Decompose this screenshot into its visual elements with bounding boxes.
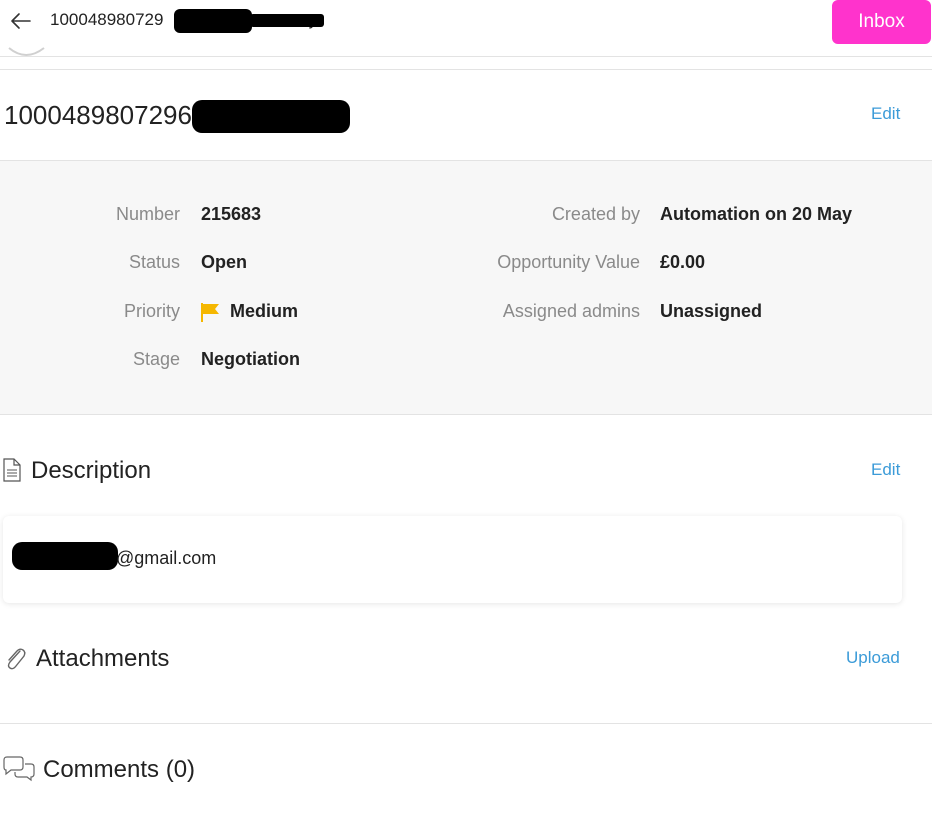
document-icon — [2, 458, 22, 482]
priority-value: Medium — [230, 301, 299, 321]
description-text: @gmail.com — [116, 548, 217, 568]
redaction — [250, 14, 324, 27]
attachments-heading: Attachments — [36, 645, 170, 672]
stage-value: Negotiation — [201, 349, 300, 369]
redaction — [192, 100, 350, 133]
number-value: 215683 — [201, 204, 262, 224]
upload-link[interactable]: Upload — [846, 648, 900, 668]
paperclip-icon — [3, 645, 27, 671]
opportunity-value-label: Opportunity Value — [497, 252, 640, 272]
record-title: 10004898072960 — [4, 100, 207, 130]
stage-label: Stage — [132, 349, 180, 369]
number-label: Number — [115, 204, 180, 224]
opportunity-value-value: £0.00 — [660, 252, 706, 272]
assigned-admins-value[interactable]: Unassigned — [660, 301, 762, 322]
redaction — [12, 542, 118, 570]
avatar — [6, 46, 46, 60]
status-label: Status — [128, 252, 180, 272]
description-heading: Description — [31, 457, 152, 484]
divider — [0, 723, 932, 724]
priority-label: Priority — [123, 301, 180, 321]
assigned-admins-label: Assigned admins — [502, 301, 640, 321]
details-panel — [0, 161, 932, 414]
back-arrow-icon[interactable] — [8, 10, 34, 32]
top-bar-title-prefix: 100048980729 — [50, 10, 164, 29]
created-by-label: Created by — [551, 204, 640, 224]
redaction — [174, 9, 252, 33]
created-by-value: Automation on 20 May — [660, 204, 853, 224]
comments-heading: Comments (0) — [43, 756, 196, 783]
description-edit-link[interactable]: Edit — [871, 460, 900, 480]
record-edit-link[interactable]: Edit — [871, 104, 900, 124]
divider — [0, 414, 932, 415]
status-value: Open — [201, 252, 248, 272]
divider — [0, 69, 932, 70]
inbox-button[interactable]: Inbox — [832, 0, 931, 44]
comments-icon — [2, 756, 36, 782]
flag-icon — [200, 301, 222, 323]
